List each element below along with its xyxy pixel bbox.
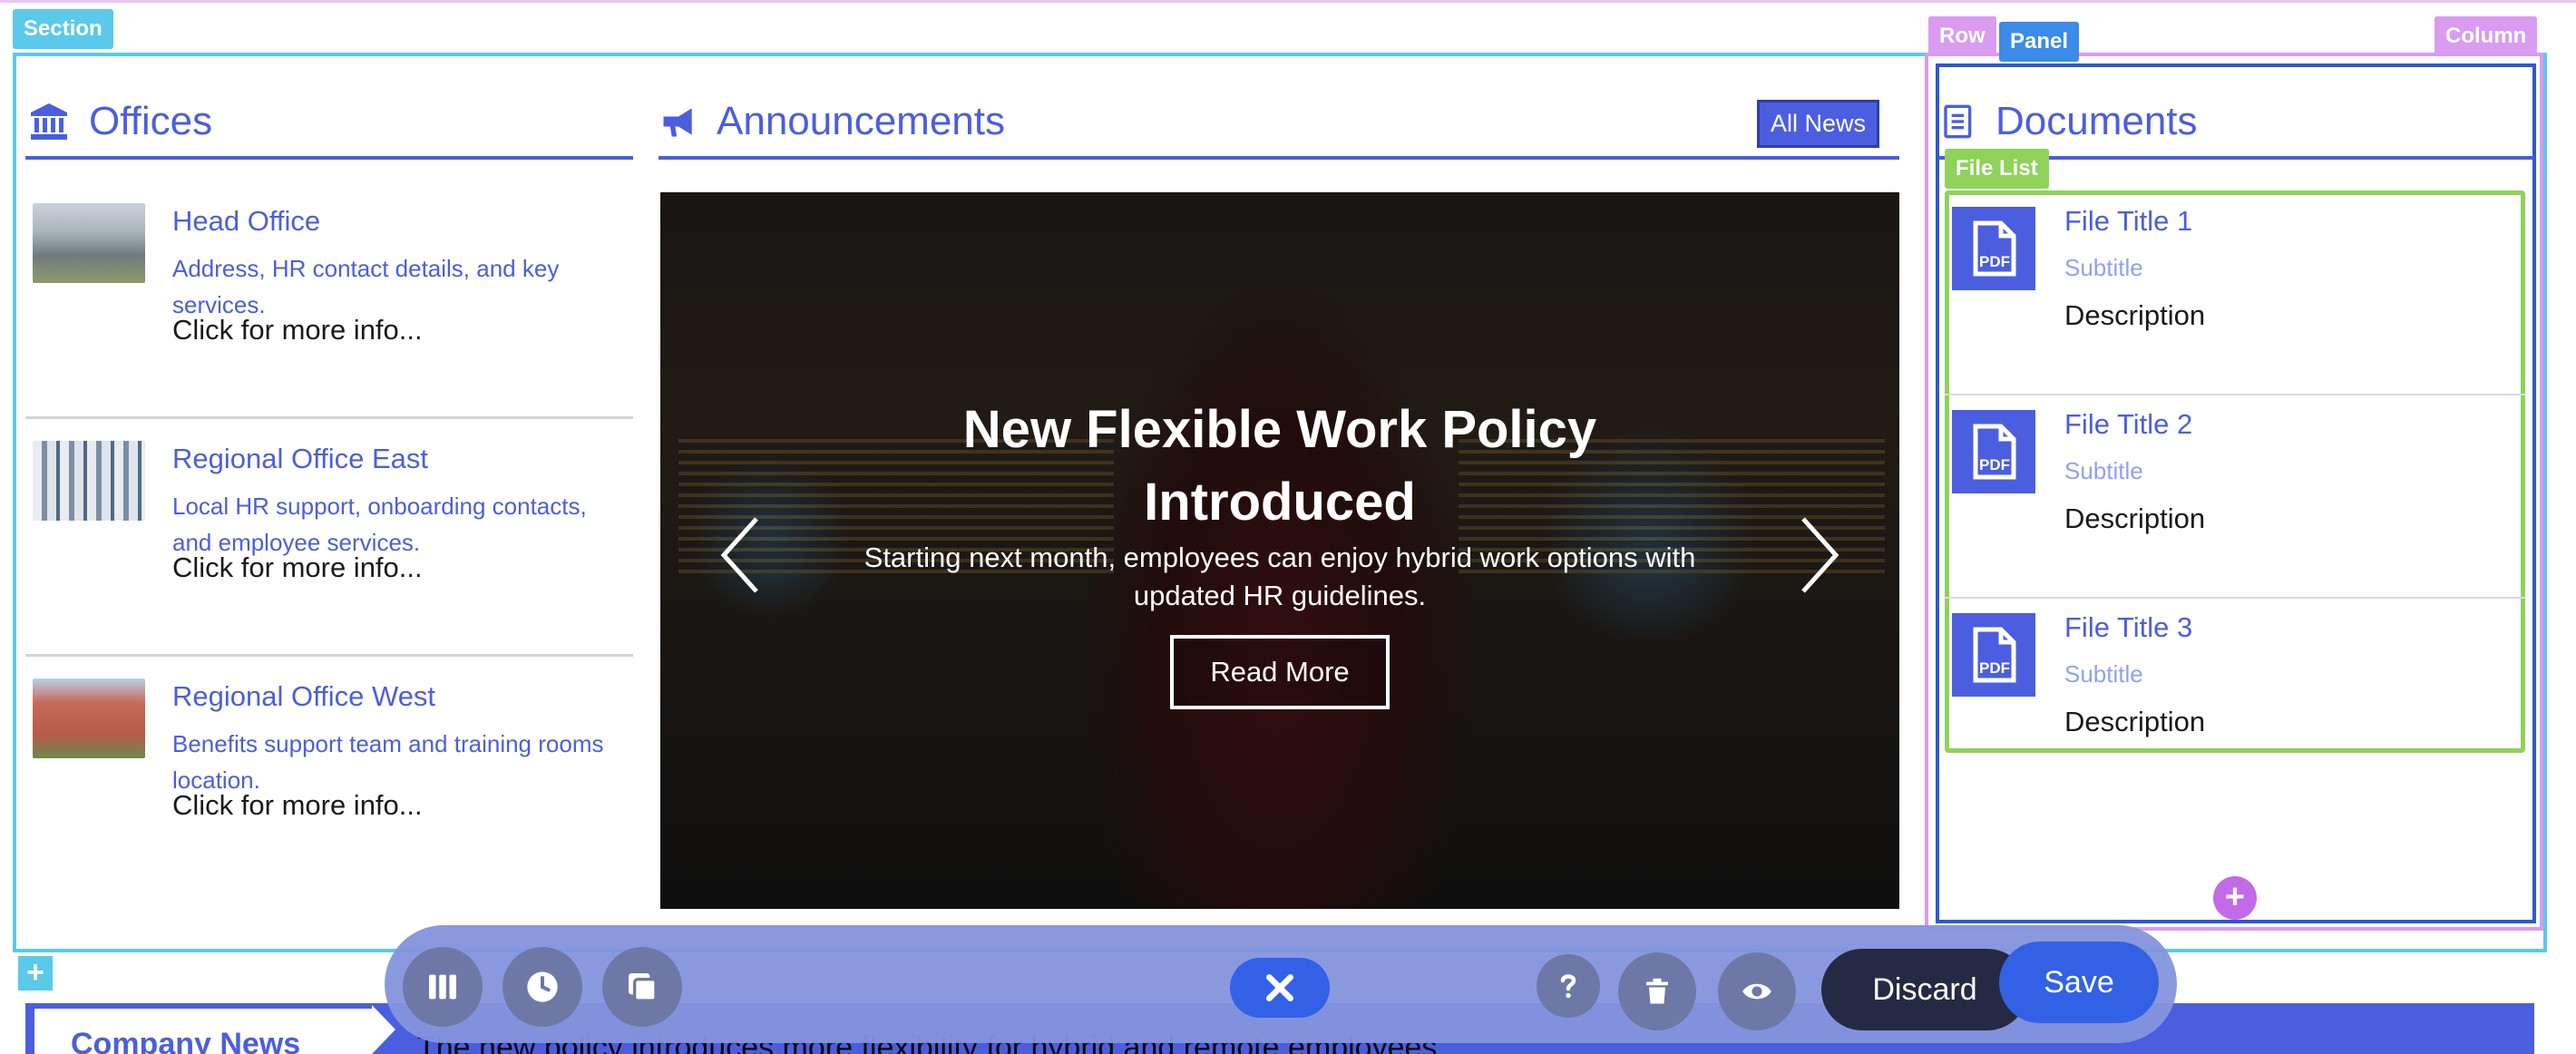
office-more-link[interactable]: Click for more info... [172,551,423,584]
columns-icon [429,974,456,1000]
bank-icon [31,103,67,140]
close-button[interactable] [1230,958,1330,1018]
add-section-button[interactable]: + [18,956,53,991]
company-news-label: Company News [31,1005,376,1054]
svg-text:PDF: PDF [1979,253,2010,270]
office-title[interactable]: Regional Office West [172,680,435,713]
file-subtitle: Subtitle [2064,660,2143,688]
office-description: Address, HR contact details, and key ser… [172,255,560,318]
save-button[interactable]: Save [1999,942,2159,1023]
columns-button[interactable] [403,947,483,1027]
copy-icon [629,973,658,1002]
file-item[interactable]: PDF File Title 3 Subtitle Description [1952,600,2522,746]
pdf-file-icon: PDF [1952,410,2035,493]
divider [1945,597,2525,599]
office-item-head[interactable]: Head Office Address, HR contact details,… [25,181,633,419]
office-thumbnail [33,678,145,758]
file-subtitle: Subtitle [2064,254,2143,281]
file-list-tag[interactable]: File List [1945,149,2049,189]
office-thumbnail [33,203,145,283]
megaphone-icon [663,108,692,137]
clock-icon [527,971,558,1002]
slide-subtitle: Starting next month, employees can enjoy… [864,542,1696,611]
svg-text:PDF: PDF [1979,456,2010,473]
eye-icon [1742,983,1771,1000]
slide-headline: New Flexible Work Policy Introduced [962,400,1597,532]
discard-button[interactable]: Discard [1821,949,2028,1030]
chevron-left-icon[interactable] [715,510,769,600]
file-description: Description [2064,706,2206,737]
office-description: Local HR support, onboarding contacts, a… [172,493,587,556]
document-list-icon [1944,104,1972,139]
file-description: Description [2064,299,2206,331]
preview-button[interactable] [1718,952,1796,1030]
office-description: Benefits support team and training rooms… [172,730,604,794]
office-thumbnail [33,441,145,521]
history-button[interactable] [503,947,582,1027]
column-tag[interactable]: Column [2435,16,2538,56]
office-more-link[interactable]: Click for more info... [172,789,423,822]
announcement-carousel[interactable]: New Flexible Work Policy Introduced Star… [660,192,1899,909]
file-subtitle: Subtitle [2064,457,2143,484]
help-button[interactable] [1537,954,1600,1018]
row-tag[interactable]: Row [1928,16,1996,56]
pdf-file-icon: PDF [1952,613,2035,697]
office-more-link[interactable]: Click for more info... [172,314,423,346]
question-icon [1560,974,1576,999]
office-item-west[interactable]: Regional Office West Benefits support te… [25,657,633,874]
section-tag[interactable]: Section [13,9,113,49]
editor-toolbar: Discard Save [385,925,2177,1043]
documents-title: Documents [1995,99,2198,143]
svg-text:PDF: PDF [1979,659,2010,677]
panel-tag[interactable]: Panel [1999,22,2080,62]
all-news-button[interactable]: All News [1756,100,1879,148]
file-item[interactable]: PDF File Title 1 Subtitle Description [1945,194,2525,395]
chevron-right-icon[interactable] [1791,510,1845,600]
file-title[interactable]: File Title 1 [2064,205,2192,238]
announcements-header: Announcements All News [659,87,1899,160]
file-item[interactable]: PDF File Title 2 Subtitle Description [1945,397,2525,599]
trash-icon [1646,978,1668,1004]
read-more-button[interactable]: Read More [1170,635,1390,709]
offices-header: Offices [25,87,633,160]
layers-button[interactable] [602,947,682,1027]
add-element-button[interactable]: + [2213,876,2257,920]
file-title[interactable]: File Title 3 [2064,611,2192,644]
file-description: Description [2064,503,2206,534]
office-item-east[interactable]: Regional Office East Local HR support, o… [25,419,633,657]
pdf-file-icon: PDF [1952,207,2035,290]
delete-button[interactable] [1618,952,1696,1030]
editor-top-line [0,0,2576,3]
close-icon [1266,974,1293,1001]
offices-title: Offices [89,99,213,143]
office-title[interactable]: Regional Office East [172,443,428,475]
file-title[interactable]: File Title 2 [2064,408,2192,441]
announcements-title: Announcements [717,99,1005,143]
office-title[interactable]: Head Office [172,205,320,238]
divider [1945,394,2525,395]
